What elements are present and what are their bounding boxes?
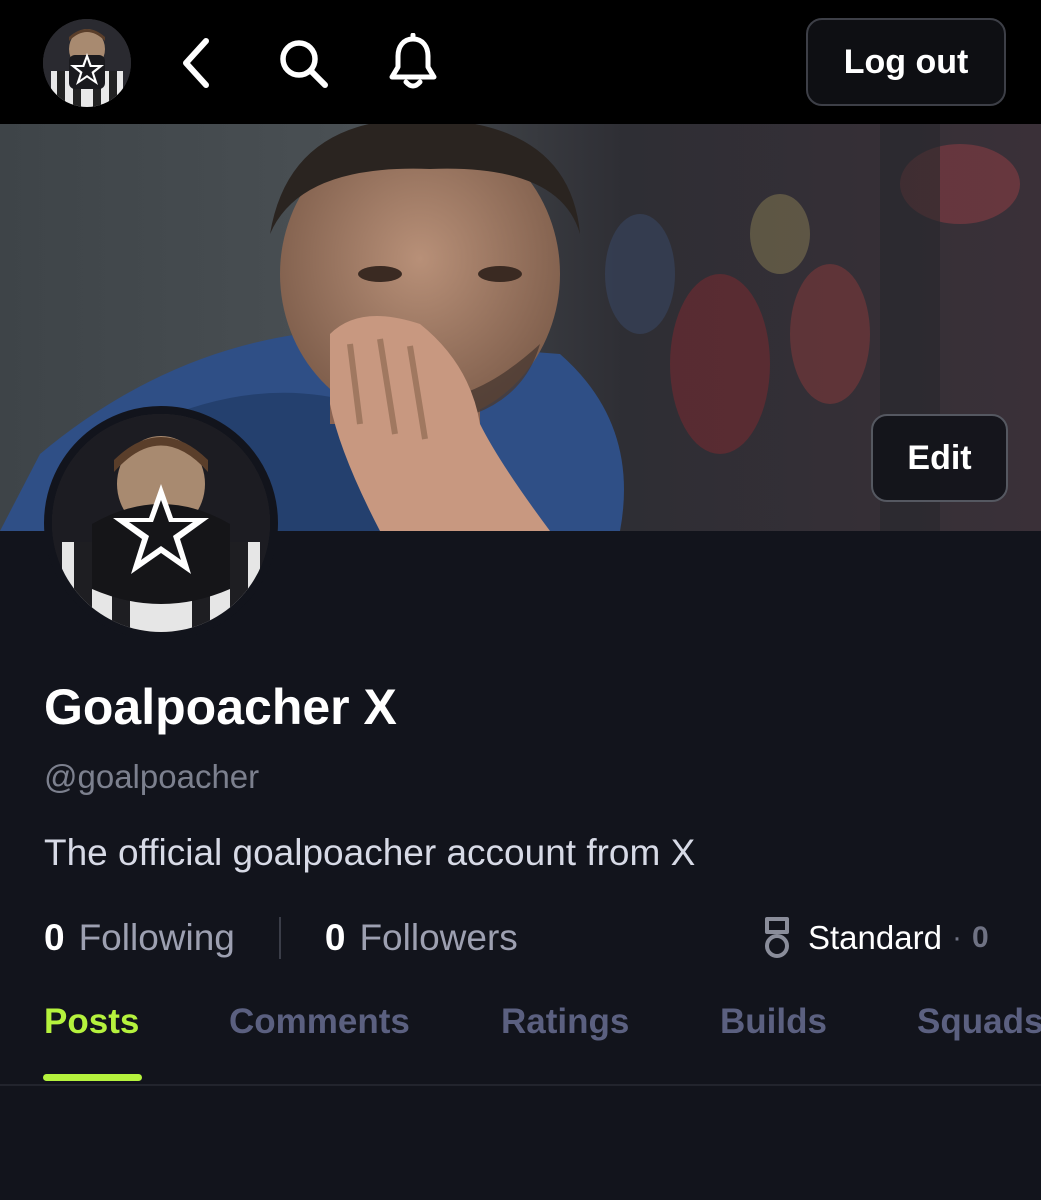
profile-avatar[interactable] (44, 406, 278, 640)
tab-comments[interactable]: Comments (229, 1002, 410, 1042)
following-label[interactable]: Following (79, 917, 235, 959)
user-avatar[interactable] (43, 19, 131, 107)
tab-posts[interactable]: Posts (44, 1002, 139, 1042)
stats-divider (278, 917, 281, 959)
logout-button[interactable]: Log out (806, 18, 1006, 106)
profile-tabs: Posts Comments Ratings Builds Squads (0, 990, 1041, 1086)
avatar-image (43, 19, 131, 107)
medal-icon (765, 917, 789, 958)
back-icon (183, 38, 209, 88)
following-count[interactable]: 0 (44, 917, 65, 959)
search-button[interactable] (270, 30, 336, 96)
rank-badge[interactable]: Standard · 0 (762, 912, 989, 964)
back-button[interactable] (163, 30, 229, 96)
tab-squads[interactable]: Squads (917, 1002, 1041, 1042)
profile-display-name: Goalpoacher X (44, 679, 397, 735)
rank-label: Standard (808, 919, 942, 956)
followers-count[interactable]: 0 (325, 917, 346, 959)
rank-separator: · (951, 921, 962, 954)
profile-handle: @goalpoacher (44, 758, 260, 795)
top-bar: Log out (0, 0, 1041, 124)
tab-builds[interactable]: Builds (720, 1002, 827, 1042)
rank-count: 0 (971, 921, 989, 954)
profile-avatar-image (52, 414, 270, 632)
profile-bio: The official goalpoacher account from X (44, 832, 696, 873)
active-tab-indicator (43, 1074, 142, 1081)
search-icon (280, 40, 328, 88)
notifications-button[interactable] (380, 30, 446, 96)
followers-label[interactable]: Followers (359, 917, 517, 959)
tab-ratings[interactable]: Ratings (501, 1002, 629, 1042)
edit-profile-button[interactable]: Edit (871, 414, 1008, 502)
follow-stats: 0 Following 0 Followers (44, 912, 518, 964)
bell-icon (389, 33, 437, 89)
